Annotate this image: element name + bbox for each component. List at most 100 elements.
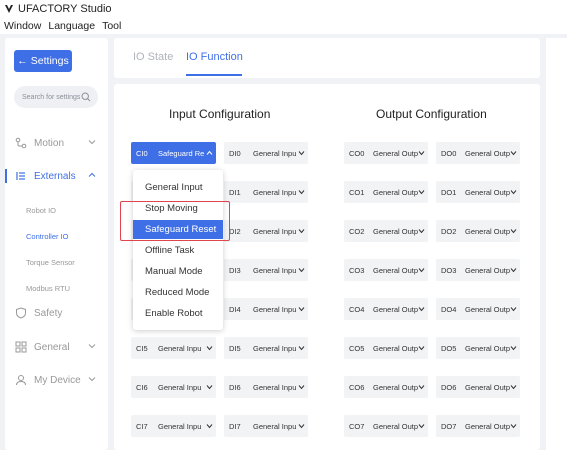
chevron-down-icon [298,268,305,273]
io-value: General Outp [373,265,419,275]
chevron-down-icon [88,344,96,349]
chevron-down-icon [298,424,305,429]
dropdown-option[interactable]: Manual Mode [145,266,203,277]
io-label: DI6 [229,382,241,392]
io-label: DO3 [441,265,457,275]
settings-back-button[interactable]: ← Settings [14,50,72,72]
sidebar-item-externals[interactable]: Externals [15,170,101,182]
tab-io-state[interactable]: IO State [133,51,173,63]
io-select-co7[interactable]: CO7 General Outp [344,415,428,437]
output-configuration-title: Output Configuration [376,107,487,121]
io-select-di7[interactable]: DI7 General Inpu [224,415,308,437]
sidebar-item-label: General [34,341,70,353]
io-select-di4[interactable]: DI4 General Inpu [224,298,308,320]
search-input[interactable]: Search for settings [14,86,98,108]
io-select-do7[interactable]: DO7 General Outp [436,415,520,437]
io-select-co4[interactable]: CO4 General Outp [344,298,428,320]
io-select-co3[interactable]: CO3 General Outp [344,259,428,281]
chevron-down-icon [298,190,305,195]
io-select-do6[interactable]: DO6 General Outp [436,376,520,398]
io-select-ci6[interactable]: CI6 General Inpu [131,376,216,398]
io-select-do0[interactable]: DO0 General Outp [436,142,520,164]
io-select-do1[interactable]: DO1 General Outp [436,181,520,203]
io-value: General Inpu [253,304,297,314]
sidebar-item-motion[interactable]: Motion [15,137,101,149]
sidebar-item-general[interactable]: General [15,341,101,353]
right-panel [546,38,567,450]
io-label: CO6 [349,382,365,392]
io-label: DO1 [441,187,457,197]
io-select-di1[interactable]: DI1 General Inpu [224,181,308,203]
sidebar-subitem-controller-io[interactable]: Controller IO [26,232,69,241]
sidebar-subitem-modbus-rtu[interactable]: Modbus RTU [26,284,70,293]
io-select-do4[interactable]: DO4 General Outp [436,298,520,320]
menu-window[interactable]: Window [4,20,41,32]
io-select-di0[interactable]: DI0 General Inpu [224,142,308,164]
chevron-down-icon [510,424,517,429]
sidebar-subitem-robot-io[interactable]: Robot IO [26,206,56,215]
chevron-down-icon [510,385,517,390]
io-select-co2[interactable]: CO2 General Outp [344,220,428,242]
io-function-dropdown: General Input Stop Moving Safeguard Rese… [133,170,223,330]
tab-io-function[interactable]: IO Function [186,51,243,63]
sidebar-item-label: Motion [34,137,65,149]
io-label: CI5 [136,343,148,353]
io-label: DI7 [229,421,241,431]
chevron-down-icon [418,268,425,273]
io-value: General Outp [465,343,511,353]
io-label: CI0 [136,148,148,158]
chevron-down-icon [510,307,517,312]
io-select-di2[interactable]: DI2 General Inpu [224,220,308,242]
chevron-down-icon [418,190,425,195]
chevron-down-icon [206,424,213,429]
externals-icon [16,172,25,180]
io-value: General Outp [373,421,419,431]
io-label: DI5 [229,343,241,353]
sidebar-subitem-torque-sensor[interactable]: Torque Sensor [26,258,75,267]
io-select-ci0[interactable]: CI0 Safeguard Re [131,142,216,164]
io-label: CO2 [349,226,365,236]
active-indicator [5,169,7,183]
io-select-co6[interactable]: CO6 General Outp [344,376,428,398]
chevron-down-icon [510,229,517,234]
sidebar-item-my-device[interactable]: My Device [15,374,101,386]
dropdown-option[interactable]: General Input [145,182,203,193]
io-select-do5[interactable]: DO5 General Outp [436,337,520,359]
io-value: General Outp [465,421,511,431]
chevron-down-icon [298,229,305,234]
chevron-down-icon [298,346,305,351]
chevron-down-icon [88,377,96,382]
io-label: CO0 [349,148,365,158]
menu-tool[interactable]: Tool [102,20,121,32]
io-value: General Outp [373,343,419,353]
io-label: DI3 [229,265,241,275]
io-value: General Outp [373,187,419,197]
sidebar-item-safety[interactable]: Safety [15,307,101,319]
io-select-ci5[interactable]: CI5 General Inpu [131,337,216,359]
io-select-di6[interactable]: DI6 General Inpu [224,376,308,398]
io-select-do2[interactable]: DO2 General Outp [436,220,520,242]
dropdown-option[interactable]: Offline Task [145,245,194,256]
io-select-co0[interactable]: CO0 General Outp [344,142,428,164]
io-label: DO0 [441,148,457,158]
io-value: General Outp [465,265,511,275]
settings-button-label: Settings [30,55,69,67]
menu-bar: Window Language Tool [0,18,567,34]
chevron-down-icon [418,346,425,351]
io-select-di3[interactable]: DI3 General Inpu [224,259,308,281]
io-select-co1[interactable]: CO1 General Outp [344,181,428,203]
chevron-down-icon [510,268,517,273]
io-value: General Inpu [158,382,202,392]
io-select-do3[interactable]: DO3 General Outp [436,259,520,281]
chevron-up-icon [88,172,96,177]
dropdown-option[interactable]: Reduced Mode [145,287,209,298]
io-value: General Inpu [253,382,297,392]
io-label: DO7 [441,421,457,431]
io-select-ci7[interactable]: CI7 General Inpu [131,415,216,437]
io-select-di5[interactable]: DI5 General Inpu [224,337,308,359]
dropdown-option[interactable]: Enable Robot [145,308,203,319]
io-value: General Inpu [253,343,297,353]
arrow-left-icon: ← [17,55,28,67]
menu-language[interactable]: Language [48,20,95,32]
io-select-co5[interactable]: CO5 General Outp [344,337,428,359]
